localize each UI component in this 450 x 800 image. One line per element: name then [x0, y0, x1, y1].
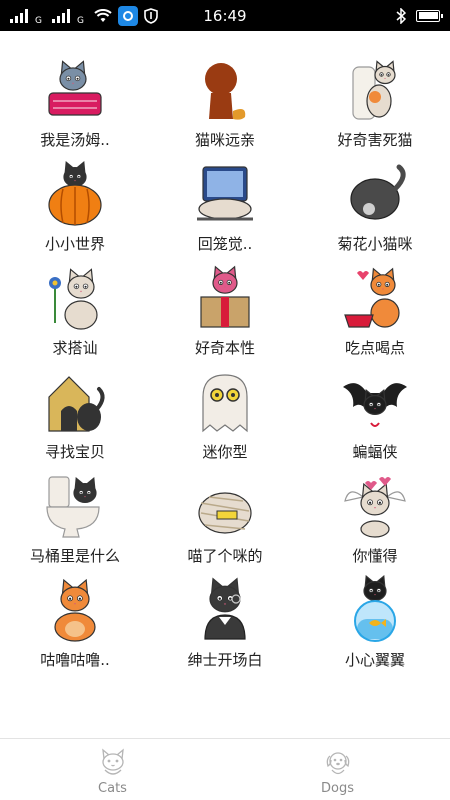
ghost-cat-icon: [202, 374, 248, 433]
sticker-label: 咕噜咕噜..: [40, 651, 110, 669]
sticker-grid: 我是汤姆.. 猫咪远亲 好奇害死猫 小小世界 回笼觉.. 菊花小猫咪 求搭讪 好…: [0, 55, 450, 679]
sticker-label: 我是汤姆..: [40, 131, 110, 149]
lion-icon: [205, 63, 246, 120]
signal-type-label-2: G: [76, 15, 84, 26]
battery-icon: [416, 9, 443, 22]
sticker-item[interactable]: 求搭讪: [0, 263, 150, 367]
cat-face-icon: [101, 748, 124, 775]
sticker-item[interactable]: 猫咪远亲: [150, 55, 300, 159]
cat-doghouse-icon: [48, 376, 105, 432]
status-bar-right: [396, 7, 443, 24]
cat-flower-icon: [49, 268, 98, 330]
nav-tab-label: Cats: [98, 781, 127, 796]
sticker-item[interactable]: 蝙蝠侠: [300, 367, 450, 471]
mummy-cat-icon: [198, 492, 252, 534]
sticker-label: 好奇害死猫: [337, 131, 413, 149]
sticker-item[interactable]: 小小世界: [0, 159, 150, 263]
sticker-item[interactable]: 咕噜咕噜..: [0, 575, 150, 679]
sticker-label: 小心翼翼: [344, 651, 405, 669]
cat-in-basket-icon: [48, 60, 102, 116]
cat-toilet-paper-icon: [352, 60, 396, 120]
cat-toilet-icon: [46, 476, 100, 538]
sticker-item[interactable]: 喵了个咪的: [150, 471, 300, 575]
cat-food-bowl-icon: [344, 267, 400, 328]
sticker-item[interactable]: 迷你型: [150, 367, 300, 471]
dog-face-icon: [326, 752, 349, 775]
orange-cat-icon: [54, 578, 96, 642]
bluetooth-icon: [396, 7, 406, 24]
sticker-label: 绅士开场白: [187, 651, 263, 669]
black-cat-back-icon: [350, 164, 406, 220]
shield-icon: [144, 7, 158, 24]
sticker-label: 喵了个咪的: [187, 547, 263, 565]
sticker-item[interactable]: 马桶里是什么: [0, 471, 150, 575]
sticker-label: 猫咪远亲: [194, 131, 255, 149]
sticker-item[interactable]: 绅士开场白: [150, 575, 300, 679]
sticker-label: 马桶里是什么: [29, 547, 120, 565]
sticker-item[interactable]: 小心翼翼: [300, 575, 450, 679]
wifi-icon: [94, 8, 112, 22]
sticker-item[interactable]: 好奇害死猫: [300, 55, 450, 159]
angel-cat-icon: [344, 477, 406, 538]
sticker-item[interactable]: 好奇本性: [150, 263, 300, 367]
signal-type-label: G: [35, 15, 42, 26]
bottom-nav: Cats Dogs: [0, 738, 450, 800]
sticker-label: 回笼觉..: [197, 235, 253, 253]
sticker-label: 吃点喝点: [344, 339, 405, 357]
cat-fishbowl-icon: [354, 575, 396, 642]
sticker-label: 小小世界: [44, 235, 105, 253]
signal-icon: [10, 8, 28, 23]
cat-gift-box-icon: [200, 265, 250, 328]
sticker-label: 寻找宝贝: [44, 443, 105, 461]
status-bar-left: G G: [10, 5, 158, 26]
nav-tab-label: Dogs: [321, 781, 354, 796]
cat-laptop-icon: [197, 166, 253, 221]
sticker-label: 好奇本性: [194, 339, 255, 357]
app-notification-icon: [117, 5, 138, 26]
cat-pumpkin-icon: [48, 160, 102, 226]
nav-tab-dogs[interactable]: Dogs: [225, 739, 450, 800]
sticker-item[interactable]: 吃点喝点: [300, 263, 450, 367]
sticker-item[interactable]: 你懂得: [300, 471, 450, 575]
sticker-item[interactable]: 寻找宝贝: [0, 367, 150, 471]
sticker-item[interactable]: 我是汤姆..: [0, 55, 150, 159]
sticker-label: 迷你型: [202, 443, 248, 461]
sticker-item[interactable]: 菊花小猫咪: [300, 159, 450, 263]
gentleman-cat-icon: [204, 577, 246, 640]
sticker-label: 蝙蝠侠: [352, 443, 398, 461]
sticker-label: 菊花小猫咪: [337, 235, 413, 253]
sticker-item[interactable]: 回笼觉..: [150, 159, 300, 263]
status-bar: G G 16:49: [0, 0, 450, 31]
nav-tab-cats[interactable]: Cats: [0, 739, 225, 800]
sticker-label: 你懂得: [352, 547, 398, 565]
bat-cat-icon: [343, 383, 407, 427]
signal-icon-2: [51, 8, 70, 23]
sticker-label: 求搭讪: [52, 339, 98, 357]
